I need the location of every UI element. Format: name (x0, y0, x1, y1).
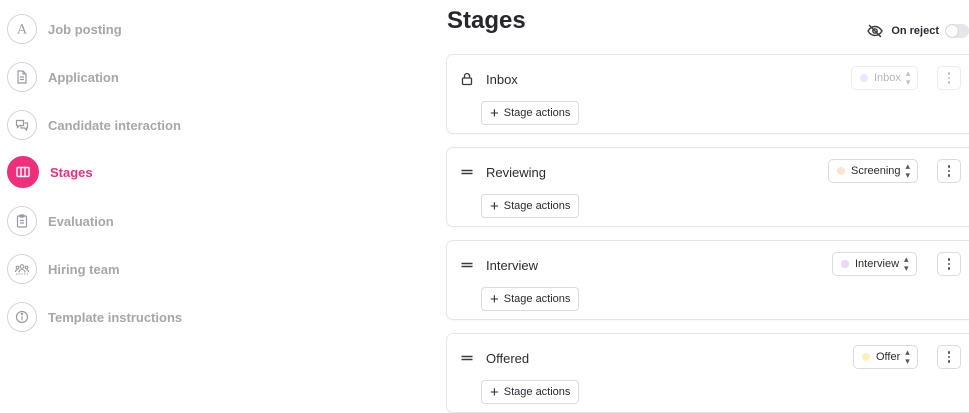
sidebar: A Job posting Application Candidate inte… (0, 0, 300, 385)
status-dot (860, 74, 868, 82)
stage-card-offered: Offered + Stage actions Offer ▴ ▾ (446, 333, 969, 413)
stage-actions-button[interactable]: + Stage actions (481, 101, 580, 125)
sidebar-item-label: Evaluation (48, 213, 114, 229)
chevron-up-down-icon: ▴ ▾ (905, 161, 911, 180)
sidebar-item-application[interactable]: Application (7, 61, 119, 93)
stage-actions-label: Stage actions (503, 107, 571, 119)
status-select[interactable]: Screening ▴ ▾ (828, 159, 919, 183)
info-icon (7, 302, 37, 332)
main-panel: Stages On reject Inbox + Stage actions I… (446, 0, 969, 413)
kebab-icon (947, 164, 951, 178)
letter-a-icon: A (7, 14, 37, 44)
status-select[interactable]: Inbox ▴ ▾ (851, 66, 919, 90)
more-options-button[interactable] (937, 66, 961, 90)
stage-name: Reviewing (486, 165, 546, 180)
clipboard-icon (7, 206, 37, 236)
status-dot (837, 167, 845, 175)
chat-bubbles-icon (7, 110, 37, 140)
status-select[interactable]: Interview ▴ ▾ (832, 252, 917, 276)
stage-name: Offered (486, 351, 530, 366)
svg-text:A: A (16, 23, 27, 38)
kebab-icon (947, 350, 951, 364)
sidebar-item-label: Hiring team (48, 261, 120, 277)
chevron-up-down-icon: ▴ ▾ (905, 68, 911, 87)
status-label: Offer (876, 351, 901, 363)
sidebar-item-label: Job posting (48, 21, 122, 37)
plus-icon: + (490, 290, 499, 308)
on-reject-control: On reject (866, 22, 969, 40)
page-title: Stages (447, 7, 526, 34)
sidebar-item-label: Application (48, 69, 119, 85)
lock-icon (461, 72, 473, 86)
chevron-up-down-icon: ▴ ▾ (905, 347, 910, 366)
kebab-icon (947, 257, 951, 271)
status-dot (862, 353, 870, 361)
drag-handle-icon[interactable] (459, 164, 475, 180)
stage-card-reviewing: Reviewing + Stage actions Screening ▴ ▾ (446, 147, 969, 227)
stage-actions-button[interactable]: + Stage actions (481, 380, 580, 404)
sidebar-item-hiring-team[interactable]: Hiring team (7, 253, 120, 285)
stage-actions-label: Stage actions (503, 386, 571, 398)
drag-handle-icon[interactable] (459, 257, 475, 273)
status-label: Interview (855, 258, 900, 270)
team-icon (7, 254, 37, 284)
stage-actions-label: Stage actions (503, 293, 571, 305)
kebab-icon (947, 71, 951, 85)
more-options-button[interactable] (937, 252, 961, 276)
columns-icon (7, 156, 39, 188)
plus-icon: + (490, 104, 499, 122)
stage-name: Interview (486, 258, 539, 273)
eye-off-icon (867, 24, 884, 38)
drag-handle-icon[interactable] (459, 350, 475, 366)
more-options-button[interactable] (937, 159, 961, 183)
document-icon (7, 62, 37, 92)
status-label: Inbox (874, 72, 901, 84)
status-dot (841, 260, 849, 268)
status-select[interactable]: Offer ▴ ▾ (853, 345, 918, 369)
plus-icon: + (490, 383, 499, 401)
more-options-button[interactable] (937, 345, 961, 369)
sidebar-item-label: Stages (50, 164, 93, 180)
sidebar-item-stages[interactable]: Stages (7, 156, 93, 188)
stage-actions-button[interactable]: + Stage actions (481, 194, 580, 218)
stage-actions-button[interactable]: + Stage actions (481, 287, 580, 311)
plus-icon: + (490, 197, 499, 215)
sidebar-item-template-instructions[interactable]: Template instructions (7, 301, 182, 333)
stage-card-interview: Interview + Stage actions Interview ▴ ▾ (446, 240, 969, 320)
sidebar-item-label: Template instructions (48, 309, 183, 325)
stage-name: Inbox (486, 72, 518, 87)
sidebar-item-candidate-interaction[interactable]: Candidate interaction (7, 109, 181, 141)
sidebar-item-job-posting[interactable]: A Job posting (7, 13, 122, 45)
sidebar-item-evaluation[interactable]: Evaluation (7, 205, 114, 237)
status-label: Screening (851, 165, 901, 177)
on-reject-toggle[interactable] (945, 24, 969, 38)
sidebar-item-label: Candidate interaction (48, 117, 181, 133)
stage-actions-label: Stage actions (503, 200, 571, 212)
stage-card-inbox: Inbox + Stage actions Inbox ▴ ▾ (446, 54, 969, 134)
on-reject-label: On reject (891, 25, 939, 37)
chevron-up-down-icon: ▴ ▾ (904, 254, 909, 273)
